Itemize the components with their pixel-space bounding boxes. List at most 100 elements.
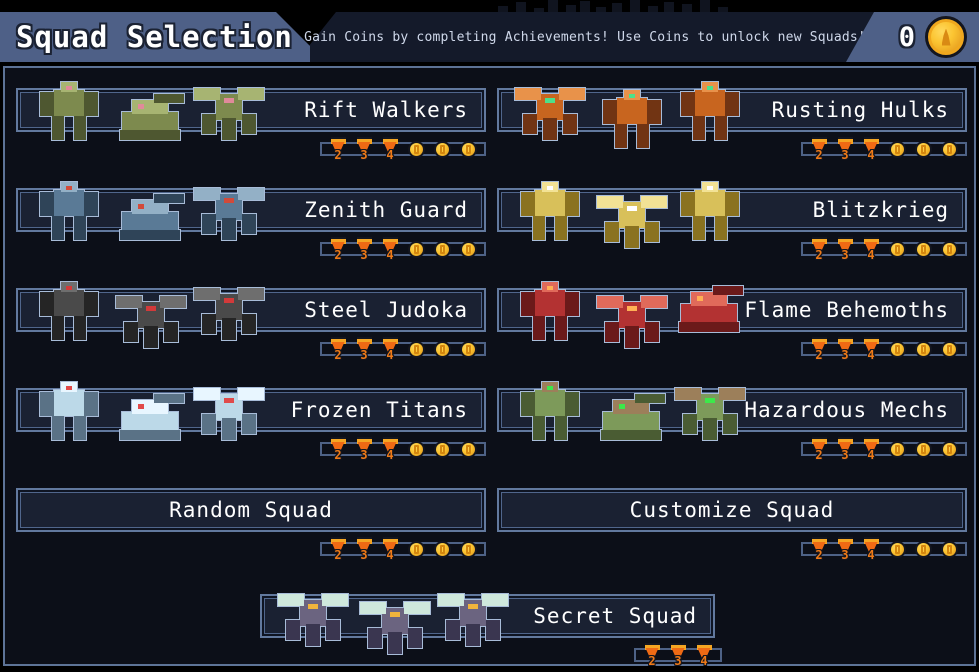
mech-part-legC: [625, 326, 639, 348]
squad-button[interactable]: Secret Squad: [260, 594, 715, 654]
coin-icon: [459, 340, 477, 358]
medal-icon: 2: [811, 337, 828, 362]
progress-pip-coin: [403, 140, 429, 158]
progress-track: 2 3 4: [320, 537, 486, 561]
mech-part-legA: [368, 628, 382, 648]
medal-threshold-label: 4: [867, 448, 875, 462]
mech-sprite: [114, 186, 188, 254]
squad-button[interactable]: Blitzkrieg: [497, 182, 967, 248]
progress-pip-coin: [455, 240, 481, 258]
mech-part-eye: [224, 298, 234, 303]
squad-button[interactable]: Steel Judoka: [16, 282, 486, 348]
mech-part-legR: [715, 116, 727, 140]
mech-part-torso: [535, 290, 565, 316]
medal-icon: 4: [382, 337, 399, 361]
coin-icon: [940, 140, 958, 158]
medal-threshold-label: 4: [386, 248, 394, 262]
mech-sprite: [673, 378, 747, 446]
squad-button[interactable]: Frozen Titans: [16, 382, 486, 440]
progress-track: 2 3 4: [801, 537, 967, 561]
medal-threshold-label: 2: [815, 148, 823, 162]
mech-part-wingL: [194, 88, 220, 100]
mech-part-legA: [202, 114, 216, 134]
mech-part-legA: [446, 620, 460, 640]
mech-part-armR: [84, 392, 98, 416]
mech-part-eye: [66, 386, 72, 390]
squad-button[interactable]: Flame Behemoths: [497, 282, 967, 348]
squad-progress-bar: 2 3 4: [320, 537, 486, 561]
squad-mech-preview: [30, 272, 280, 352]
medal-threshold-label: 3: [360, 248, 368, 262]
mech-part-torso: [54, 290, 84, 316]
mech-part-hull: [122, 212, 178, 232]
mech-part-legB: [408, 628, 422, 648]
mech-part-torso: [617, 98, 647, 124]
medal-icon: 2: [644, 643, 661, 667]
mech-part-barrel: [635, 394, 665, 403]
squad-button[interactable]: Random Squad: [16, 488, 486, 532]
medal-threshold-label: 3: [674, 654, 682, 668]
medal-icon: 4: [382, 437, 399, 461]
squad-button[interactable]: Zenith Guard: [16, 182, 486, 240]
squad-button[interactable]: Customize Squad: [497, 488, 967, 532]
mech-part-legC: [144, 326, 158, 348]
mech-sprite: [436, 584, 510, 652]
medal-threshold-label: 2: [334, 248, 342, 262]
mech-part-hull: [681, 304, 737, 324]
mech-part-armR: [725, 192, 739, 216]
medal-icon: 3: [356, 137, 373, 161]
medal-icon: 3: [356, 337, 373, 361]
mech-part-wingR: [322, 594, 348, 606]
medal-threshold-label: 4: [386, 148, 394, 162]
progress-pip-coin: [884, 240, 910, 258]
mech-part-eye: [308, 604, 318, 609]
squad-button[interactable]: Rift Walkers: [16, 82, 486, 140]
mech-part-torso: [54, 190, 84, 216]
coin-icon: [407, 540, 425, 558]
mech-part-core: [537, 94, 563, 120]
medal-icon: 3: [356, 437, 373, 461]
squad-button[interactable]: Rusting Hulks: [497, 82, 967, 148]
progress-pip-coin: [403, 240, 429, 258]
squad-row: Hazardous Mechs 2 3 4: [497, 382, 967, 482]
mech-part-head: [542, 382, 558, 392]
progress-pip-coin: [910, 240, 936, 258]
progress-pip-coin: [884, 340, 910, 358]
mech-part-hull: [122, 112, 178, 132]
progress-pip-coin: [910, 340, 936, 358]
mech-sprite: [595, 186, 669, 254]
skyline-building: [700, 0, 710, 12]
mech-part-head: [702, 82, 718, 92]
medal-threshold-label: 4: [867, 548, 875, 562]
squad-mech-preview: [274, 578, 524, 658]
mech-part-wingR: [238, 288, 264, 300]
progress-track: 2 3 4: [801, 337, 967, 361]
mech-part-eye: [547, 386, 553, 390]
progress-pip-medal: 3: [351, 337, 377, 361]
progress-pip-coin: [455, 540, 481, 558]
coin-icon: [914, 540, 932, 558]
mech-part-torso: [695, 190, 725, 216]
mech-part-armL: [603, 100, 617, 124]
mech-part-legA: [683, 414, 697, 434]
progress-pip-medal: 4: [691, 643, 717, 667]
medal-icon: 3: [837, 137, 854, 161]
mech-part-wingR: [641, 196, 667, 208]
mech-part-wingL: [116, 296, 142, 308]
mech-part-legB: [164, 322, 178, 342]
progress-pip-medal: 4: [377, 537, 403, 561]
mech-part-armR: [84, 92, 98, 116]
mech-part-legC: [222, 418, 236, 440]
mech-part-head: [624, 90, 640, 100]
squad-button[interactable]: Hazardous Mechs: [497, 382, 967, 440]
mech-part-wingR: [238, 388, 264, 400]
progress-pip-medal: 3: [351, 237, 377, 261]
medal-threshold-label: 2: [815, 348, 823, 362]
medal-icon: 3: [837, 437, 854, 461]
squad-progress-bar: 2 3 4: [801, 237, 967, 261]
mech-part-torso: [54, 90, 84, 116]
progress-pip-medal: 4: [858, 337, 884, 361]
medal-icon: 4: [863, 437, 880, 462]
mech-part-eye: [66, 86, 72, 90]
mech-part-legL: [533, 316, 545, 340]
